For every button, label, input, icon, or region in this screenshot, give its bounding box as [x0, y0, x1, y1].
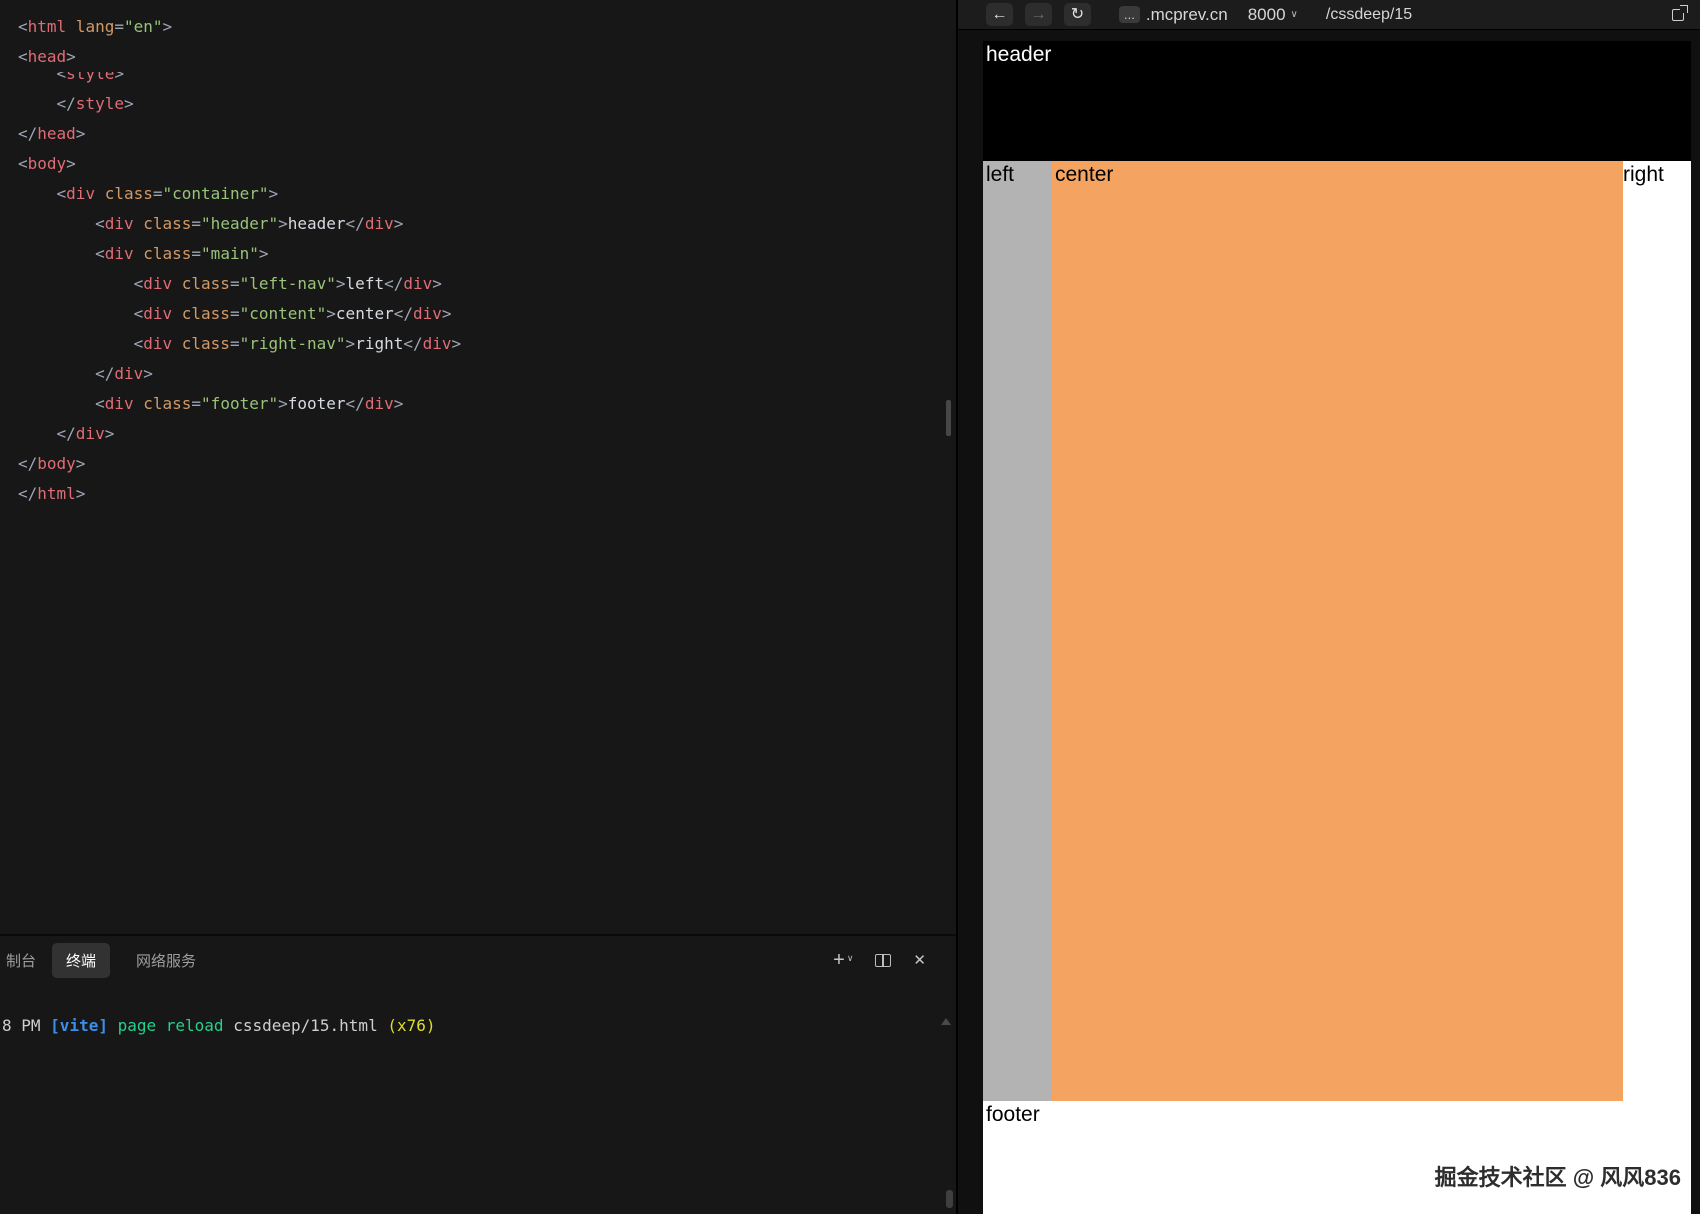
code-line: <body>: [18, 154, 76, 173]
editor-pane: <html lang="en"> <head> <style> </style> <…: [0, 0, 958, 1214]
page-header: header: [983, 41, 1691, 161]
editor-scrollbar[interactable]: [946, 400, 951, 436]
scroll-marker: [941, 1018, 951, 1025]
code-line: <head>: [18, 47, 76, 66]
app-window: <html lang="en"> <head> <style> </style> <…: [0, 0, 1700, 1214]
code-line: </div>: [18, 364, 153, 383]
port-value: 8000: [1247, 4, 1286, 24]
code-line: </body>: [18, 454, 86, 473]
open-external-icon[interactable]: [1672, 4, 1688, 21]
code-line: <html lang="en">: [18, 17, 173, 36]
terminal-line: 8 PM [vite] page reload cssdeep/15.html …: [2, 1016, 436, 1035]
attribution-watermark: 掘金技术社区 @ 风风836: [1434, 1165, 1681, 1190]
panel-actions: + ∨ ✕: [833, 949, 926, 971]
plus-icon: +: [833, 949, 845, 971]
code-lines: <html lang="en"> <head> <style> </style> <…: [0, 12, 942, 509]
browser-preview-pane: ← → ↻ ... .mcprev.cn 8000 ∨ /cssdeep/15 …: [958, 0, 1700, 1214]
terminal-panel: 制台 终端 网络服务 + ∨ ✕ 8 PM [vite] page reload…: [0, 934, 956, 1214]
page-main: left center right: [983, 161, 1691, 1101]
code-line: <div class="header">header</div>: [18, 214, 404, 233]
code-line: <style>: [18, 72, 124, 83]
footer-label: footer: [986, 1103, 1040, 1126]
code-line: <div class="container">: [18, 184, 279, 203]
page-left-nav: left: [983, 161, 1052, 1101]
back-button[interactable]: ←: [986, 3, 1013, 26]
code-line: </html>: [18, 484, 86, 503]
terminal-scrollbar[interactable]: [946, 1190, 953, 1208]
code-line: <div class="content">center</div>: [18, 304, 452, 323]
code-line: </div>: [18, 424, 115, 443]
rendered-page: header left center right footer 掘金技术社区 @…: [983, 41, 1691, 1214]
reload-button[interactable]: ↻: [1064, 3, 1091, 26]
code-line: </style>: [18, 94, 134, 113]
page-footer: footer 掘金技术社区 @ 风风836: [983, 1101, 1691, 1214]
page-viewport[interactable]: header left center right footer 掘金技术社区 @…: [983, 41, 1691, 1214]
tab-network-services[interactable]: 网络服务: [122, 943, 210, 978]
url-path: /cssdeep/15: [1325, 5, 1413, 23]
panel-tabbar: 制台 终端 网络服务 + ∨ ✕: [0, 936, 956, 984]
forward-button[interactable]: →: [1025, 3, 1052, 26]
code-line: <div class="left-nav">left</div>: [18, 274, 442, 293]
close-panel-icon[interactable]: ✕: [913, 951, 926, 969]
code-line: <div class="main">: [18, 244, 269, 263]
url-bar[interactable]: ... .mcprev.cn 8000 ∨ /cssdeep/15: [1119, 5, 1412, 25]
chevron-down-icon: ∨: [846, 953, 854, 963]
tab-terminal[interactable]: 终端: [52, 942, 111, 978]
new-terminal-button[interactable]: + ∨: [833, 949, 854, 971]
port-select[interactable]: 8000 ∨: [1248, 5, 1298, 25]
terminal-output[interactable]: 8 PM [vite] page reload cssdeep/15.html …: [0, 984, 956, 1035]
url-ellipsis-chip: ...: [1119, 6, 1140, 23]
split-terminal-icon[interactable]: [875, 953, 892, 967]
browser-toolbar: ← → ↻ ... .mcprev.cn 8000 ∨ /cssdeep/15: [958, 0, 1700, 30]
code-line: <div class="footer">footer</div>: [18, 394, 404, 413]
code-line: <div class="right-nav">right</div>: [18, 334, 462, 353]
page-content: center: [1052, 161, 1623, 1101]
code-line: </head>: [18, 124, 86, 143]
page-right-nav: right: [1623, 161, 1691, 1101]
tab-console[interactable]: 制台: [4, 943, 40, 978]
code-editor[interactable]: <html lang="en"> <head> <style> </style> <…: [0, 12, 942, 932]
chevron-down-icon: ∨: [1290, 9, 1298, 20]
url-domain: .mcprev.cn: [1145, 4, 1228, 24]
